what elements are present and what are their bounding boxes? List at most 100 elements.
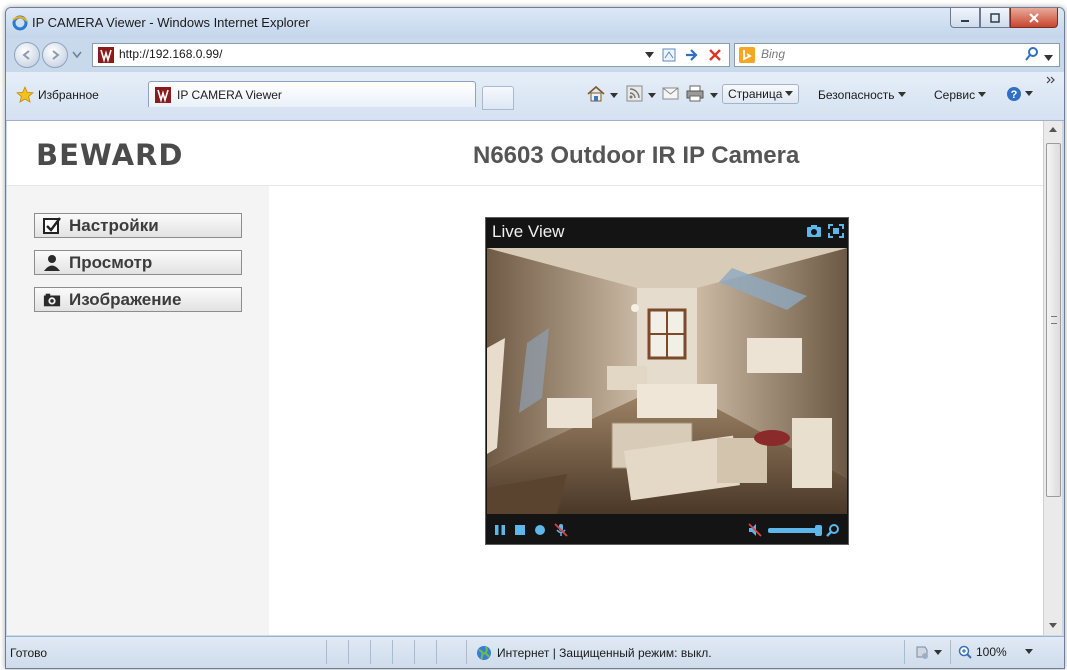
- url-text: http://192.168.0.99/: [119, 47, 223, 61]
- scroll-up-button[interactable]: [1044, 121, 1062, 139]
- mail-icon[interactable]: [662, 86, 679, 101]
- security-zone[interactable]: Интернет | Защищенный режим: выкл.: [476, 645, 712, 661]
- svg-text:?: ?: [1011, 89, 1018, 101]
- page-menu-button[interactable]: Страница: [722, 84, 800, 104]
- maximize-icon: [990, 12, 1000, 23]
- help-button[interactable]: ?: [1006, 86, 1033, 102]
- beward-tab-icon: [155, 86, 171, 103]
- scroll-up-arrow-icon: [1049, 127, 1057, 132]
- close-button[interactable]: [1010, 8, 1058, 28]
- chevron-more-icon[interactable]: [1046, 76, 1056, 84]
- image-button[interactable]: Изображение: [34, 287, 242, 312]
- view-button[interactable]: Просмотр: [34, 250, 242, 275]
- user-icon: [43, 254, 61, 272]
- protected-mode-button[interactable]: [914, 645, 942, 661]
- forward-arrow-icon: [52, 50, 60, 60]
- live-view-player: Live View: [485, 217, 849, 545]
- image-label: Изображение: [69, 289, 182, 309]
- scroll-down-arrow-icon: [1049, 623, 1057, 628]
- status-text: Готово: [10, 646, 48, 660]
- view-label: Просмотр: [69, 252, 153, 272]
- bing-icon: [739, 47, 755, 63]
- favorites-label: Избранное: [38, 88, 99, 102]
- beward-logo: BEWARD: [36, 138, 184, 172]
- address-dropdown-icon[interactable]: [645, 51, 654, 59]
- scroll-down-button[interactable]: [1044, 617, 1062, 635]
- page-dropdown-icon: [785, 91, 794, 96]
- tools-menu-button[interactable]: Сервис: [934, 88, 987, 102]
- protected-mode-dropdown-icon: [934, 650, 942, 655]
- forward-button[interactable]: [42, 42, 68, 68]
- tools-menu-label: Сервис: [934, 88, 976, 102]
- pause-icon[interactable]: [494, 524, 506, 536]
- address-row: http://192.168.0.99/ Bing: [6, 38, 1064, 72]
- stop-x-icon[interactable]: [707, 47, 723, 63]
- microphone-off-icon[interactable]: [554, 523, 568, 537]
- fullscreen-icon[interactable]: [828, 224, 844, 238]
- window-title: IP CAMERA Viewer - Windows Internet Expl…: [32, 15, 310, 30]
- search-box[interactable]: Bing: [734, 43, 1060, 67]
- record-icon[interactable]: [534, 524, 546, 536]
- favorites-button[interactable]: Избранное: [16, 86, 99, 104]
- player-controls: [486, 516, 848, 544]
- page-menu-label: Страница: [728, 87, 783, 101]
- back-button[interactable]: [14, 42, 40, 68]
- home-dropdown-icon[interactable]: [610, 93, 618, 99]
- minimize-icon: [961, 19, 969, 22]
- print-icon[interactable]: [686, 85, 704, 102]
- close-icon: [1029, 12, 1039, 23]
- checkbox-icon: [43, 216, 61, 235]
- speaker-muted-icon[interactable]: [748, 523, 762, 537]
- live-view-title: Live View: [492, 222, 565, 241]
- zoom-dropdown-icon: [1024, 649, 1033, 654]
- shield-lock-icon: [916, 646, 928, 659]
- status-bar: Готово Интернет | Защищенный режим: выкл…: [6, 636, 1064, 668]
- compatibility-view-icon[interactable]: [661, 47, 677, 63]
- star-icon: [16, 86, 34, 103]
- camera-video-feed: [487, 248, 847, 514]
- address-box[interactable]: http://192.168.0.99/: [92, 43, 730, 67]
- minimize-button[interactable]: [950, 8, 980, 28]
- search-icon[interactable]: [1024, 46, 1040, 62]
- camera-icon: [43, 291, 61, 309]
- maximize-button[interactable]: [980, 8, 1010, 28]
- tab-label: IP CAMERA Viewer: [177, 87, 282, 102]
- snapshot-icon[interactable]: [806, 224, 822, 238]
- attic-room-video-image: [487, 248, 847, 514]
- settings-label: Настройки: [69, 215, 159, 235]
- new-tab-button[interactable]: [482, 86, 514, 110]
- zoom-icon[interactable]: [826, 523, 840, 537]
- feeds-icon[interactable]: [626, 85, 643, 102]
- safety-dropdown-icon: [897, 92, 906, 97]
- page-header: BEWARD N6603 Outdoor IR IP Camera: [7, 121, 1043, 186]
- stop-icon[interactable]: [514, 524, 526, 536]
- feeds-dropdown-icon[interactable]: [648, 93, 656, 99]
- home-icon[interactable]: [586, 84, 606, 104]
- back-arrow-icon: [22, 50, 30, 60]
- help-dropdown-icon: [1025, 91, 1033, 96]
- magnifier-icon: [958, 645, 972, 659]
- print-dropdown-icon[interactable]: [710, 93, 718, 99]
- go-arrow-icon[interactable]: [684, 47, 700, 63]
- settings-button[interactable]: Настройки: [34, 213, 242, 238]
- vertical-scrollbar[interactable]: [1043, 121, 1062, 635]
- beward-favicon-icon: [98, 47, 114, 63]
- internet-explorer-icon: [12, 15, 28, 31]
- history-dropdown-icon[interactable]: [72, 51, 82, 59]
- browser-window: IP CAMERA Viewer - Windows Internet Expl…: [5, 7, 1065, 669]
- volume-slider-knob[interactable]: [815, 524, 822, 536]
- search-placeholder: Bing: [761, 47, 786, 61]
- globe-icon: [477, 646, 491, 660]
- page-title: N6603 Outdoor IR IP Camera: [473, 142, 800, 169]
- security-zone-label: Интернет | Защищенный режим: выкл.: [497, 646, 712, 660]
- tools-dropdown-icon: [978, 92, 987, 97]
- volume-slider[interactable]: [768, 524, 822, 536]
- tab-ip-camera-viewer[interactable]: IP CAMERA Viewer: [148, 81, 476, 107]
- title-bar: IP CAMERA Viewer - Windows Internet Expl…: [6, 8, 1064, 38]
- command-row: Избранное IP CAMERA Viewer Страница Безо…: [6, 72, 1064, 121]
- scrollbar-thumb[interactable]: [1046, 143, 1061, 497]
- page-content: BEWARD N6603 Outdoor IR IP Camera Настро…: [7, 121, 1043, 635]
- zoom-level-button[interactable]: 100%: [958, 645, 1033, 659]
- search-dropdown-icon[interactable]: [1044, 55, 1053, 62]
- safety-menu-button[interactable]: Безопасность: [818, 88, 906, 102]
